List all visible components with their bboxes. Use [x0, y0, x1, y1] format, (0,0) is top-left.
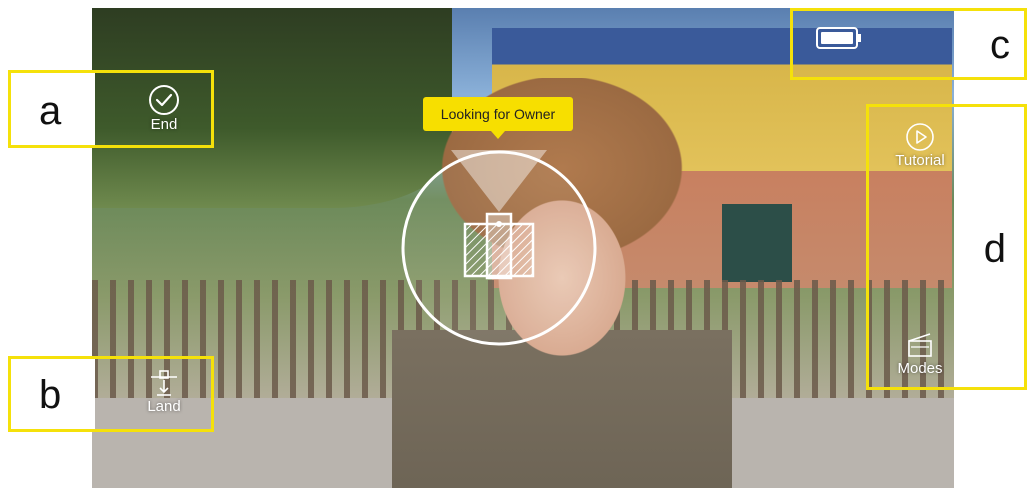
- tracking-target-icon: [401, 150, 597, 346]
- play-circle-icon: [906, 123, 934, 151]
- checkmark-circle-icon: [149, 85, 179, 115]
- end-button-label: End: [150, 116, 178, 133]
- callout-a-letter: a: [39, 89, 62, 133]
- clapperboard-icon: [908, 333, 932, 357]
- callout-c-letter: c: [990, 23, 1010, 67]
- battery-indicator: [816, 26, 862, 55]
- tracking-status-tooltip: Looking for Owner: [423, 97, 573, 139]
- modes-button-label: Modes: [897, 360, 943, 377]
- land-drone-icon: [151, 370, 177, 396]
- battery-icon: [816, 27, 861, 49]
- tutorial-button-label: Tutorial: [895, 152, 945, 169]
- callout-d-letter: d: [983, 227, 1006, 271]
- callout-b-letter: b: [39, 373, 62, 417]
- background-garage-door: [722, 204, 792, 282]
- tracking-status-text: Looking for Owner: [440, 106, 556, 122]
- end-button[interactable]: End: [138, 84, 190, 133]
- modes-button[interactable]: Modes: [888, 330, 952, 377]
- land-button[interactable]: Land: [140, 368, 188, 415]
- tracking-target[interactable]: [401, 150, 597, 346]
- tutorial-button[interactable]: Tutorial: [888, 122, 952, 169]
- land-button-label: Land: [147, 398, 181, 415]
